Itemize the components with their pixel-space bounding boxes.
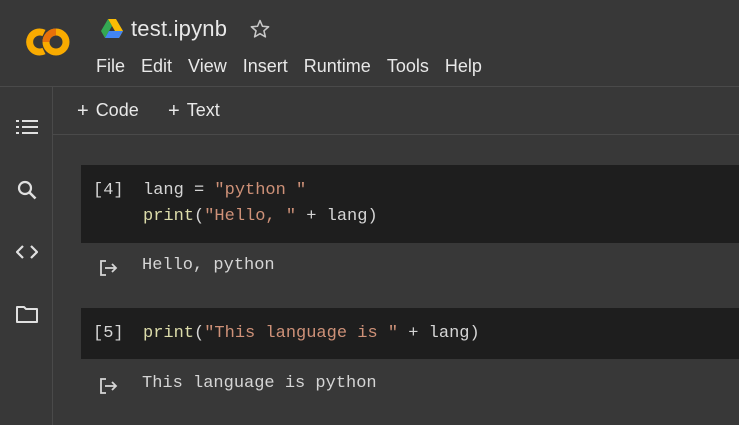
google-drive-icon: [101, 19, 123, 38]
add-text-label: Text: [186, 100, 220, 120]
code-line[interactable]: lang = "python ": [143, 181, 306, 200]
menu-insert[interactable]: Insert: [235, 53, 296, 79]
add-code-label: Code: [95, 100, 139, 120]
table-of-contents-icon: [16, 120, 38, 134]
left-sidebar: [0, 86, 53, 425]
code-snippets-button[interactable]: [14, 239, 40, 265]
code-cell[interactable]: [5] print("This language is " + lang): [81, 308, 739, 359]
execution-count: [4]: [93, 181, 124, 200]
notebook-title[interactable]: test.ipynb: [131, 16, 227, 42]
menu-tools[interactable]: Tools: [379, 53, 437, 79]
output-actions-icon[interactable]: [99, 259, 119, 277]
search-icon: [17, 180, 37, 200]
cell-output: This language is python: [142, 374, 377, 393]
header: test.ipynb File Edit View Insert Runtime…: [0, 0, 739, 86]
search-button[interactable]: [14, 177, 40, 203]
cell-output: Hello, python: [142, 256, 275, 275]
colab-logo[interactable]: [18, 24, 76, 60]
add-code-cell-button[interactable]: + Code: [77, 100, 139, 121]
table-of-contents-button[interactable]: [14, 114, 40, 140]
menu-help[interactable]: Help: [437, 53, 490, 79]
menu-file[interactable]: File: [88, 53, 133, 79]
menu-view[interactable]: View: [180, 53, 235, 79]
menu-runtime[interactable]: Runtime: [296, 53, 379, 79]
plus-icon: +: [77, 99, 89, 122]
menu-bar: File Edit View Insert Runtime Tools Help: [88, 53, 490, 79]
code-line[interactable]: print("This language is " + lang): [143, 324, 480, 343]
files-folder-icon: [16, 306, 38, 323]
title-row: test.ipynb: [101, 15, 271, 43]
star-outline-icon[interactable]: [249, 18, 271, 40]
files-button[interactable]: [14, 301, 40, 327]
add-text-cell-button[interactable]: + Text: [168, 100, 220, 121]
code-snippets-icon: [16, 245, 38, 259]
plus-icon: +: [168, 99, 180, 122]
execution-count: [5]: [93, 324, 124, 343]
menu-edit[interactable]: Edit: [133, 53, 180, 79]
output-actions-icon[interactable]: [99, 377, 119, 395]
code-cell[interactable]: [4] lang = "python " print("Hello, " + l…: [81, 165, 739, 243]
notebook-toolbar: + Code + Text: [53, 86, 739, 135]
code-line[interactable]: print("Hello, " + lang): [143, 207, 378, 226]
